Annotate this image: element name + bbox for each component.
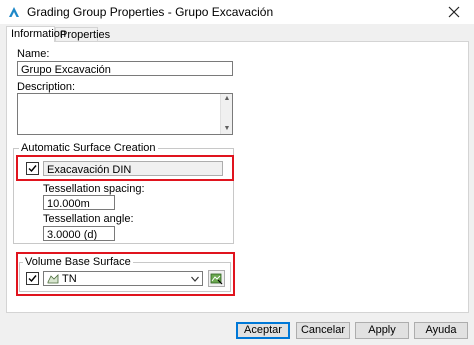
name-field[interactable]: Grupo Excavación <box>17 61 233 76</box>
cancel-button[interactable]: Cancelar <box>296 322 350 339</box>
auto-surface-checkbox[interactable] <box>26 162 39 175</box>
apply-button[interactable]: Apply <box>355 322 409 339</box>
description-scrollbar[interactable]: ▲ ▼ <box>220 94 232 134</box>
volume-base-checkbox[interactable] <box>26 272 39 285</box>
volume-base-surface-select[interactable]: TN <box>43 271 203 286</box>
checkmark-icon <box>28 165 37 173</box>
name-label: Name: <box>17 48 50 60</box>
tessellation-spacing-label: Tessellation spacing: <box>43 183 145 195</box>
close-icon[interactable] <box>446 4 462 20</box>
auto-surface-name-field[interactable]: Exacavación DIN <box>43 161 223 176</box>
volume-base-selected-value: TN <box>62 273 77 285</box>
scroll-up-icon[interactable]: ▲ <box>222 95 232 103</box>
tab-information[interactable]: Information <box>6 26 66 42</box>
description-field[interactable]: ▲ ▼ <box>17 93 233 135</box>
checkmark-icon <box>28 275 37 283</box>
autodesk-a-icon <box>9 7 19 17</box>
pick-surface-button[interactable] <box>208 270 225 287</box>
accept-button[interactable]: Aceptar <box>236 322 290 339</box>
tessellation-angle-field[interactable]: 3.0000 (d) <box>43 226 115 241</box>
tessellation-spacing-field[interactable]: 10.000m <box>43 195 115 210</box>
help-button[interactable]: Ayuda <box>414 322 468 339</box>
volume-base-group-title: Volume Base Surface <box>23 256 133 268</box>
surface-icon <box>47 274 59 284</box>
title-bar: Grading Group Properties - Grupo Excavac… <box>0 0 474 24</box>
auto-surface-group-title: Automatic Surface Creation <box>19 142 158 154</box>
description-label: Description: <box>17 81 76 93</box>
pick-from-drawing-icon <box>210 273 223 285</box>
chevron-down-icon[interactable] <box>191 276 199 282</box>
tessellation-angle-label: Tessellation angle: <box>43 213 134 225</box>
window-title: Grading Group Properties - Grupo Excavac… <box>27 5 274 19</box>
scroll-down-icon[interactable]: ▼ <box>222 125 232 133</box>
